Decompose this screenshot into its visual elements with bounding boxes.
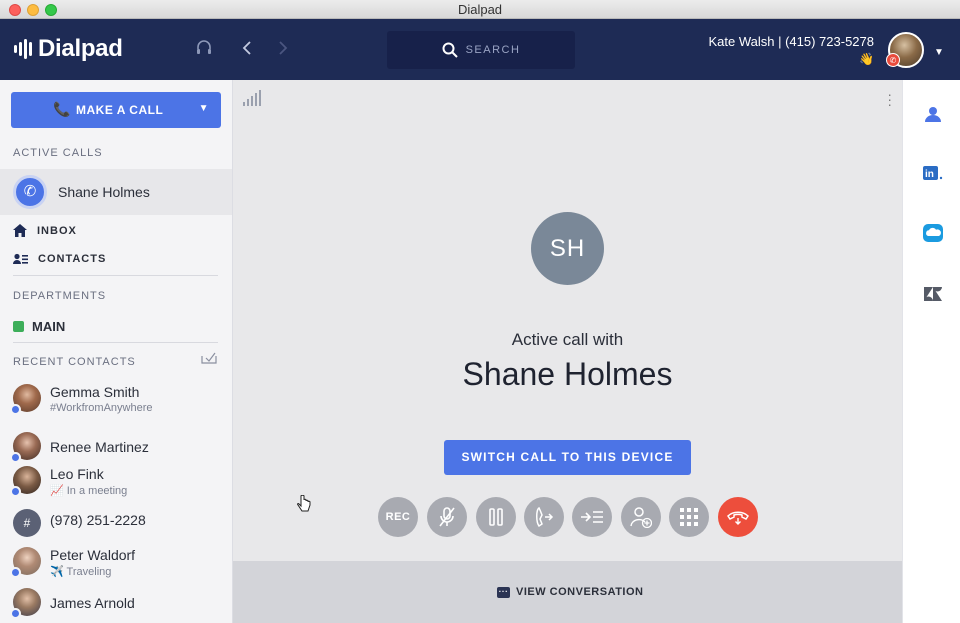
integrations-sidebar: in <box>902 80 960 623</box>
presence-dot-icon <box>10 404 21 415</box>
switch-call-button[interactable]: SWITCH CALL TO THIS DEVICE <box>444 440 691 475</box>
signal-strength-icon <box>243 90 261 106</box>
active-call-name: Shane Holmes <box>58 184 150 200</box>
record-button[interactable]: REC <box>378 497 418 537</box>
user-menu-caret-icon[interactable]: ▼ <box>934 47 944 58</box>
transfer-button[interactable] <box>524 497 564 537</box>
active-call-with-label: Active call with <box>511 330 624 349</box>
search-icon <box>442 42 458 58</box>
presence-dot-icon <box>10 486 21 497</box>
contact-name: (978) 251-2228 <box>50 512 146 528</box>
mark-all-read-icon[interactable] <box>201 352 217 367</box>
active-calls-title: ACTIVE CALLS <box>13 147 103 159</box>
recent-contact-item[interactable]: # (978) 251-2228 <box>0 505 232 545</box>
mouse-cursor-icon <box>296 494 312 518</box>
contact-status: ✈️ Traveling <box>50 566 112 578</box>
recent-contact-item[interactable]: Gemma Smith #WorkfromAnywhere <box>0 382 232 422</box>
phone-number-avatar: # <box>13 509 41 537</box>
top-navigation: Dialpad SEARCH Kate Walsh | (415) 723-52… <box>0 19 960 80</box>
add-person-icon <box>630 507 653 529</box>
view-conversation-link[interactable]: ··· VIEW CONVERSATION <box>497 586 643 598</box>
inbox-label: INBOX <box>37 224 77 237</box>
presence-dot-icon <box>10 608 21 619</box>
keypad-button[interactable] <box>669 497 709 537</box>
department-color-icon <box>13 321 24 332</box>
dialpad-logo-icon <box>14 38 32 60</box>
add-caller-button[interactable] <box>621 497 661 537</box>
view-conversation-bar[interactable]: ··· VIEW CONVERSATION <box>233 561 902 623</box>
contact-name: James Arnold <box>50 595 135 611</box>
user-status-emoji[interactable]: 👋 <box>859 52 874 66</box>
back-arrow-icon[interactable] <box>240 39 254 62</box>
contact-name: Leo Fink <box>50 466 104 482</box>
caller-name: Shane Holmes <box>462 356 673 392</box>
department-main[interactable]: MAIN <box>13 319 65 334</box>
view-conversation-label: VIEW CONVERSATION <box>516 586 644 598</box>
forward-button[interactable] <box>572 497 612 537</box>
salesforce-icon[interactable] <box>923 223 943 243</box>
divider <box>13 275 218 276</box>
phone-transfer-icon <box>536 506 554 528</box>
svg-text:in: in <box>925 169 934 180</box>
search-label: SEARCH <box>465 44 521 56</box>
contact-name: Gemma Smith <box>50 384 140 400</box>
active-call-panel: · · · SH Active call with Shane Holmes SWI… <box>233 80 902 561</box>
phone-icon: 📞 <box>53 101 71 117</box>
more-options-icon[interactable]: · · · <box>887 87 892 111</box>
user-name-number[interactable]: Kate Walsh | (415) 723-5278 <box>709 34 875 49</box>
hold-button[interactable] <box>476 497 516 537</box>
recent-contact-item[interactable]: Leo Fink 📈 In a meeting <box>0 464 232 504</box>
dialpad-logo[interactable]: Dialpad <box>14 35 123 63</box>
presence-dot-icon <box>10 567 21 578</box>
contact-status: #WorkfromAnywhere <box>50 402 153 414</box>
logo-text: Dialpad <box>38 35 123 62</box>
recent-contact-item[interactable]: James Arnold <box>0 586 232 623</box>
presence-dot-icon <box>10 452 21 463</box>
sidebar-item-inbox[interactable]: INBOX <box>13 224 77 237</box>
window-titlebar: Dialpad <box>0 0 960 19</box>
contact-name: Peter Waldorf <box>50 547 136 563</box>
hang-up-icon <box>727 511 749 525</box>
call-status-badge-icon: ✆ <box>886 53 900 67</box>
mute-button[interactable] <box>427 497 467 537</box>
forward-list-icon <box>581 511 603 523</box>
sidebar-item-contacts[interactable]: CONTACTS <box>13 253 106 265</box>
active-call-item[interactable]: ✆ Shane Holmes <box>0 169 232 215</box>
zendesk-icon[interactable] <box>923 284 943 304</box>
caller-avatar: SH <box>531 212 604 285</box>
departments-title: DEPARTMENTS <box>13 290 107 302</box>
linkedin-icon[interactable]: in <box>923 163 943 183</box>
forward-arrow-icon[interactable] <box>276 39 290 62</box>
microphone-muted-icon <box>439 507 455 527</box>
recent-contacts-title: RECENT CONTACTS <box>13 356 136 368</box>
contact-status: 📈 In a meeting <box>50 485 128 497</box>
keypad-icon <box>680 508 698 526</box>
window-title: Dialpad <box>457 2 503 17</box>
pause-icon <box>489 508 503 526</box>
contacts-label: CONTACTS <box>38 253 107 265</box>
divider <box>13 342 218 343</box>
active-call-phone-icon: ✆ <box>13 175 47 209</box>
contact-name: Renee Martinez <box>50 439 149 455</box>
sidebar: 📞 MAKE A CALL ▼ ACTIVE CALLS ✆ Shane Hol… <box>0 80 233 623</box>
recent-contact-item[interactable]: Peter Waldorf ✈️ Traveling <box>0 545 232 585</box>
make-a-call-label: MAKE A CALL <box>76 103 164 117</box>
make-a-call-button[interactable]: 📞 MAKE A CALL ▼ <box>11 92 221 128</box>
search-bar[interactable]: SEARCH <box>387 31 575 69</box>
chat-bubble-icon: ··· <box>497 586 510 598</box>
hang-up-button[interactable] <box>718 497 758 537</box>
contact-profile-icon[interactable] <box>923 104 943 124</box>
home-icon <box>13 224 27 237</box>
headset-icon[interactable] <box>195 39 213 62</box>
contacts-icon <box>13 253 28 264</box>
make-call-dropdown-icon[interactable]: ▼ <box>199 103 209 114</box>
department-main-label: MAIN <box>32 319 66 334</box>
